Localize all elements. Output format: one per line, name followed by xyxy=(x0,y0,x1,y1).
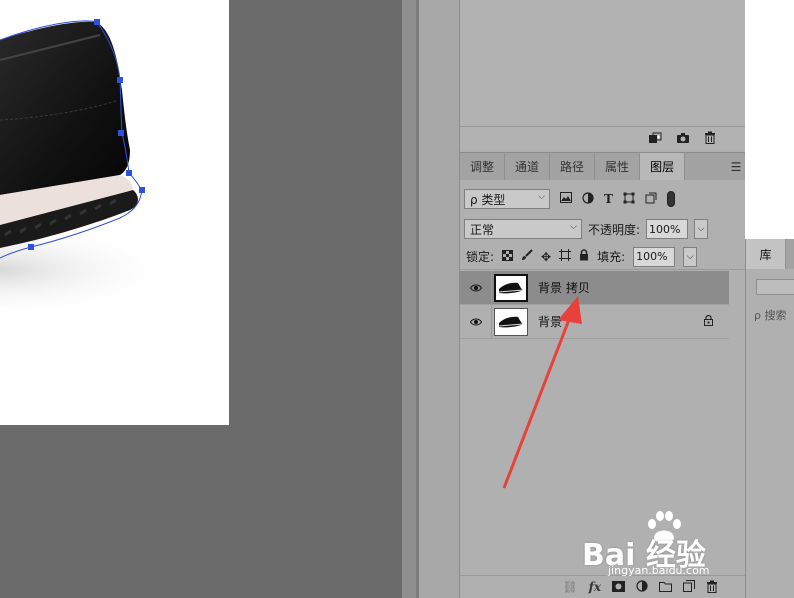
upper-panel-toolbar xyxy=(460,126,746,150)
type-filter-icon[interactable]: T xyxy=(604,192,613,206)
tab-properties[interactable]: 属性 xyxy=(595,153,641,180)
opacity-input[interactable]: 100% xyxy=(646,219,689,239)
chevron-down-icon: ⌵ xyxy=(538,192,545,202)
watermark-url: jingyan.baidu.com xyxy=(608,564,710,577)
artboard-icon[interactable] xyxy=(559,249,572,264)
panel-dock-strip xyxy=(419,0,459,598)
trash-icon[interactable] xyxy=(704,131,716,146)
tab-channels[interactable]: 通道 xyxy=(505,153,551,180)
upper-panel xyxy=(460,0,746,150)
lock-row: 锁定: ✥ 填充: 100% ⌵ xyxy=(460,244,746,270)
panel-gutter xyxy=(402,0,416,598)
hamburger-icon[interactable]: ☰ xyxy=(726,153,746,180)
filter-type-select[interactable]: ρ 类型 ⌵ xyxy=(464,189,550,209)
workspace-background xyxy=(745,0,794,239)
filter-toggle[interactable] xyxy=(666,191,675,207)
filter-type-label: ρ 类型 xyxy=(470,192,506,207)
library-search-input[interactable]: ρ 搜索 xyxy=(754,307,786,323)
annotation-arrow xyxy=(502,296,582,489)
blend-mode-label: 正常 xyxy=(470,222,495,237)
canvas-area[interactable] xyxy=(0,0,402,598)
smart-object-filter-icon[interactable] xyxy=(645,192,657,207)
tab-libraries[interactable]: 库 xyxy=(746,239,786,269)
opacity-dropdown[interactable]: ⌵ xyxy=(694,219,709,239)
baidu-watermark: Bai 经验 jingyan.baidu.com xyxy=(582,510,782,590)
new-snapshot-icon[interactable] xyxy=(648,132,662,146)
lock-label: 锁定: xyxy=(466,250,495,264)
library-select[interactable] xyxy=(756,279,794,295)
lock-all-icon[interactable] xyxy=(579,249,589,264)
lock-transparent-pixels-icon[interactable] xyxy=(502,249,514,264)
document-canvas[interactable] xyxy=(0,0,229,425)
move-icon[interactable]: ✥ xyxy=(541,250,551,264)
tab-paths[interactable]: 路径 xyxy=(550,153,596,180)
camera-icon[interactable] xyxy=(676,132,690,146)
tab-adjustments[interactable]: 调整 xyxy=(460,153,506,180)
shape-filter-icon[interactable] xyxy=(623,192,635,207)
blend-mode-select[interactable]: 正常 ⌵ xyxy=(464,219,582,239)
eye-icon[interactable] xyxy=(460,305,492,338)
opacity-label: 不透明度: xyxy=(588,222,641,237)
fill-label: 填充: xyxy=(597,250,626,264)
image-filter-icon[interactable] xyxy=(560,192,572,206)
tab-layers[interactable]: 图层 xyxy=(640,153,686,180)
fill-dropdown[interactable]: ⌵ xyxy=(683,246,698,267)
fill-input[interactable]: 100% xyxy=(633,246,676,267)
brush-icon[interactable] xyxy=(521,249,533,264)
lock-icon[interactable] xyxy=(704,314,713,329)
shoe-image xyxy=(0,19,210,310)
layers-panel-tabs: 调整 通道 路径 属性 图层 ☰ xyxy=(460,152,746,180)
chevron-down-icon: ⌵ xyxy=(570,222,577,232)
adjustment-filter-icon[interactable] xyxy=(582,191,594,207)
link-icon[interactable]: ⛓ xyxy=(562,581,577,593)
eye-icon[interactable] xyxy=(460,271,492,304)
blend-row: 正常 ⌵ 不透明度: 100% ⌵ xyxy=(460,216,746,242)
layer-filter-row: ρ 类型 ⌵ T xyxy=(460,184,746,214)
